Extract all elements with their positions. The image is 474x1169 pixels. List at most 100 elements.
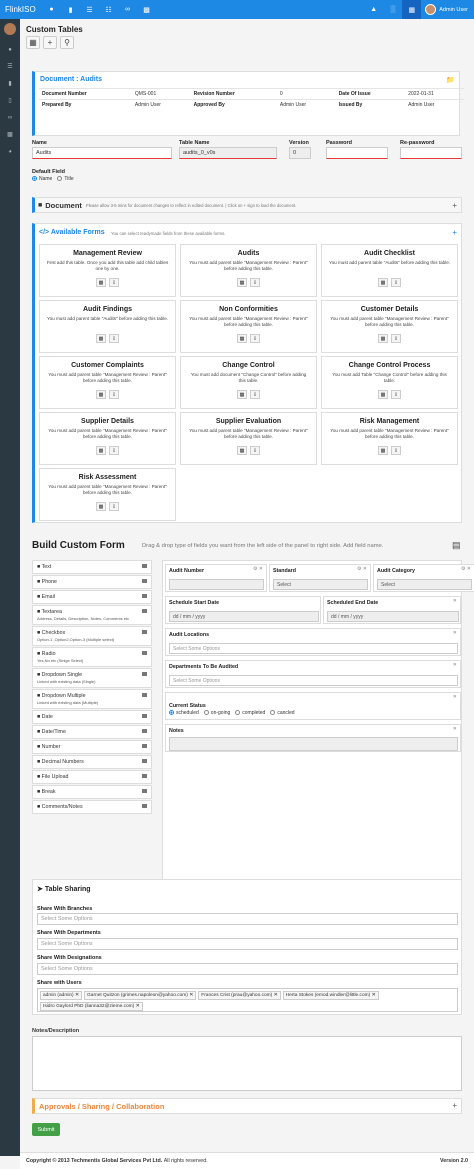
version-input[interactable]: 0 xyxy=(289,147,311,159)
field-departments[interactable]: Departments To Be Audited ✕ Select Some O… xyxy=(165,660,461,688)
sidebar-database-icon[interactable]: ▩ xyxy=(0,126,20,143)
brand-logo[interactable]: FlinkISO xyxy=(0,5,42,14)
user-chip[interactable]: admin (admin) ✕ xyxy=(40,991,83,1000)
drag-handle-icon[interactable] xyxy=(142,729,147,733)
submit-button[interactable]: Submit xyxy=(32,1123,60,1136)
user-chip[interactable]: Garnet Quitzon (grimes.napoleon@yahoo.co… xyxy=(84,991,197,1000)
copy-icon[interactable]: ▩ xyxy=(378,278,388,287)
copy-icon[interactable]: ▩ xyxy=(237,446,247,455)
field-current-status[interactable]: Current Status ✕ scheduled on-going complet… xyxy=(165,692,461,720)
field-audit-number[interactable]: Audit Number ⚙ ✕ xyxy=(165,564,267,592)
sidebar-list-icon[interactable]: ☰ xyxy=(0,58,20,75)
download-icon[interactable]: ⇩ xyxy=(109,278,119,287)
database-icon[interactable]: ▩ xyxy=(137,0,156,19)
field-audit-locations[interactable]: Audit Locations ✕ Select Some Options xyxy=(165,628,461,656)
palette-item[interactable]: ■ Radio Yes,No etc (Sinlge Select) xyxy=(32,647,152,667)
palette-item[interactable]: ■ Textarea Address, Details, Description,… xyxy=(32,605,152,625)
share-branches-select[interactable]: Select Some Options xyxy=(37,913,458,925)
field-schedule-end[interactable]: Scheduled End Date ✕ dd / mm / yyyy xyxy=(323,596,461,624)
palette-item[interactable]: ■ Phone xyxy=(32,575,152,589)
copy-icon[interactable]: ▩ xyxy=(237,334,247,343)
download-icon[interactable]: ⇩ xyxy=(391,446,401,455)
layout-icon[interactable]: ▤ xyxy=(452,540,461,551)
radio-title[interactable]: Title xyxy=(57,176,74,182)
download-icon[interactable]: ⇩ xyxy=(391,334,401,343)
table-icon[interactable]: ▦ xyxy=(402,0,422,19)
share-departments-select[interactable]: Select Some Options xyxy=(37,938,458,950)
download-icon[interactable]: ⇩ xyxy=(250,446,260,455)
status-radio[interactable]: on-going xyxy=(203,710,230,716)
copy-icon[interactable]: ▩ xyxy=(237,278,247,287)
table-name-input[interactable]: audits_0_v0s xyxy=(179,147,277,159)
download-icon[interactable]: ⇩ xyxy=(391,278,401,287)
palette-item[interactable]: ■ Break xyxy=(32,785,152,799)
field-notes[interactable]: Notes ✕ xyxy=(165,724,461,752)
link-icon[interactable]: ∞ xyxy=(118,0,137,19)
list-alt-icon[interactable]: ☷ xyxy=(99,0,118,19)
upload-icon[interactable]: ▲ xyxy=(364,0,383,19)
form-canvas[interactable]: Audit Number ⚙ ✕ Standard ⚙ ✕ Select Audit… xyxy=(162,560,474,882)
remove-icon[interactable]: ✕ xyxy=(372,993,376,998)
drag-handle-icon[interactable] xyxy=(142,651,147,655)
expand-icon[interactable]: + xyxy=(452,1101,457,1110)
copy-icon[interactable]: ▩ xyxy=(96,334,106,343)
download-icon[interactable]: ⇩ xyxy=(109,502,119,511)
drag-handle-icon[interactable] xyxy=(142,789,147,793)
palette-item[interactable]: ■ Date xyxy=(32,710,152,724)
notes-description-textarea[interactable] xyxy=(32,1036,462,1091)
radio-name[interactable]: Name xyxy=(32,176,52,182)
bookmark-icon[interactable]: ▮ xyxy=(61,0,80,19)
palette-item[interactable]: ■ Date/Time xyxy=(32,725,152,739)
copy-icon[interactable]: ▩ xyxy=(237,390,247,399)
palette-item[interactable]: ■ Dropdown Multiple Linked with existing … xyxy=(32,689,152,709)
copy-icon[interactable]: ▩ xyxy=(96,278,106,287)
drag-handle-icon[interactable] xyxy=(142,672,147,676)
palette-item[interactable]: ■ Comments/Notes xyxy=(32,800,152,814)
download-icon[interactable]: ⇩ xyxy=(250,334,260,343)
chart-icon[interactable]: ░ xyxy=(383,0,402,19)
user-chip[interactable]: Frances Crist (prau@yahoo.com) ✕ xyxy=(198,991,281,1000)
palette-item[interactable]: ■ Checkbox Option-1 ,Option2,Option-3 (Mu… xyxy=(32,626,152,646)
copy-icon[interactable]: ▩ xyxy=(378,334,388,343)
drag-handle-icon[interactable] xyxy=(142,630,147,634)
add-form-icon[interactable]: + xyxy=(452,228,457,237)
folder-icon[interactable]: 📁 xyxy=(446,76,455,84)
share-designations-select[interactable]: Select Some Options xyxy=(37,963,458,975)
drag-handle-icon[interactable] xyxy=(142,714,147,718)
status-radio[interactable]: scheduled xyxy=(169,710,199,716)
copy-icon[interactable]: ▩ xyxy=(96,446,106,455)
document-bar[interactable]: ■ Document Please allow 3-5 mins for doc… xyxy=(32,197,462,213)
share-users-select[interactable]: admin (admin) ✕ Garnet Quitzon (grimes.na… xyxy=(37,988,458,1012)
download-icon[interactable]: ⇩ xyxy=(109,446,119,455)
name-input[interactable]: Audits xyxy=(32,147,172,159)
palette-item[interactable]: ■ Number xyxy=(32,740,152,754)
download-icon[interactable]: ⇩ xyxy=(250,390,260,399)
user-chip[interactable]: Isidro Gaylord PhD (lianna32@zieme.com) … xyxy=(40,1002,143,1011)
copy-icon[interactable]: ▩ xyxy=(96,502,106,511)
dashboard-icon[interactable]: ● xyxy=(42,0,61,19)
drag-handle-icon[interactable] xyxy=(142,609,147,613)
drag-handle-icon[interactable] xyxy=(142,744,147,748)
sidebar-bookmark-icon[interactable]: ▮ xyxy=(0,75,20,92)
add-button[interactable]: + xyxy=(43,36,57,49)
status-radio[interactable]: cancled xyxy=(270,710,295,716)
palette-item[interactable]: ■ Decimal Numbers xyxy=(32,755,152,769)
sidebar-link-icon[interactable]: ∞ xyxy=(0,109,20,126)
field-audit-category[interactable]: Audit Category ⚙ ✕ Select xyxy=(373,564,474,592)
sidebar-dashboard-icon[interactable]: ● xyxy=(0,41,20,58)
palette-item[interactable]: ■ File Upload xyxy=(32,770,152,784)
drag-handle-icon[interactable] xyxy=(142,579,147,583)
password-input[interactable] xyxy=(326,147,388,159)
palette-item[interactable]: ■ Email xyxy=(32,590,152,604)
repassword-input[interactable] xyxy=(400,147,462,159)
download-icon[interactable]: ⇩ xyxy=(109,390,119,399)
drag-handle-icon[interactable] xyxy=(142,693,147,697)
drag-handle-icon[interactable] xyxy=(142,804,147,808)
grid-view-button[interactable]: ▦ xyxy=(26,36,40,49)
user-menu[interactable]: Admin User xyxy=(421,4,474,15)
remove-icon[interactable]: ✕ xyxy=(189,993,193,998)
copy-icon[interactable]: ▩ xyxy=(96,390,106,399)
drag-handle-icon[interactable] xyxy=(142,774,147,778)
copy-icon[interactable]: ▩ xyxy=(378,446,388,455)
sidebar-pie-icon[interactable]: ◕ xyxy=(0,143,20,160)
